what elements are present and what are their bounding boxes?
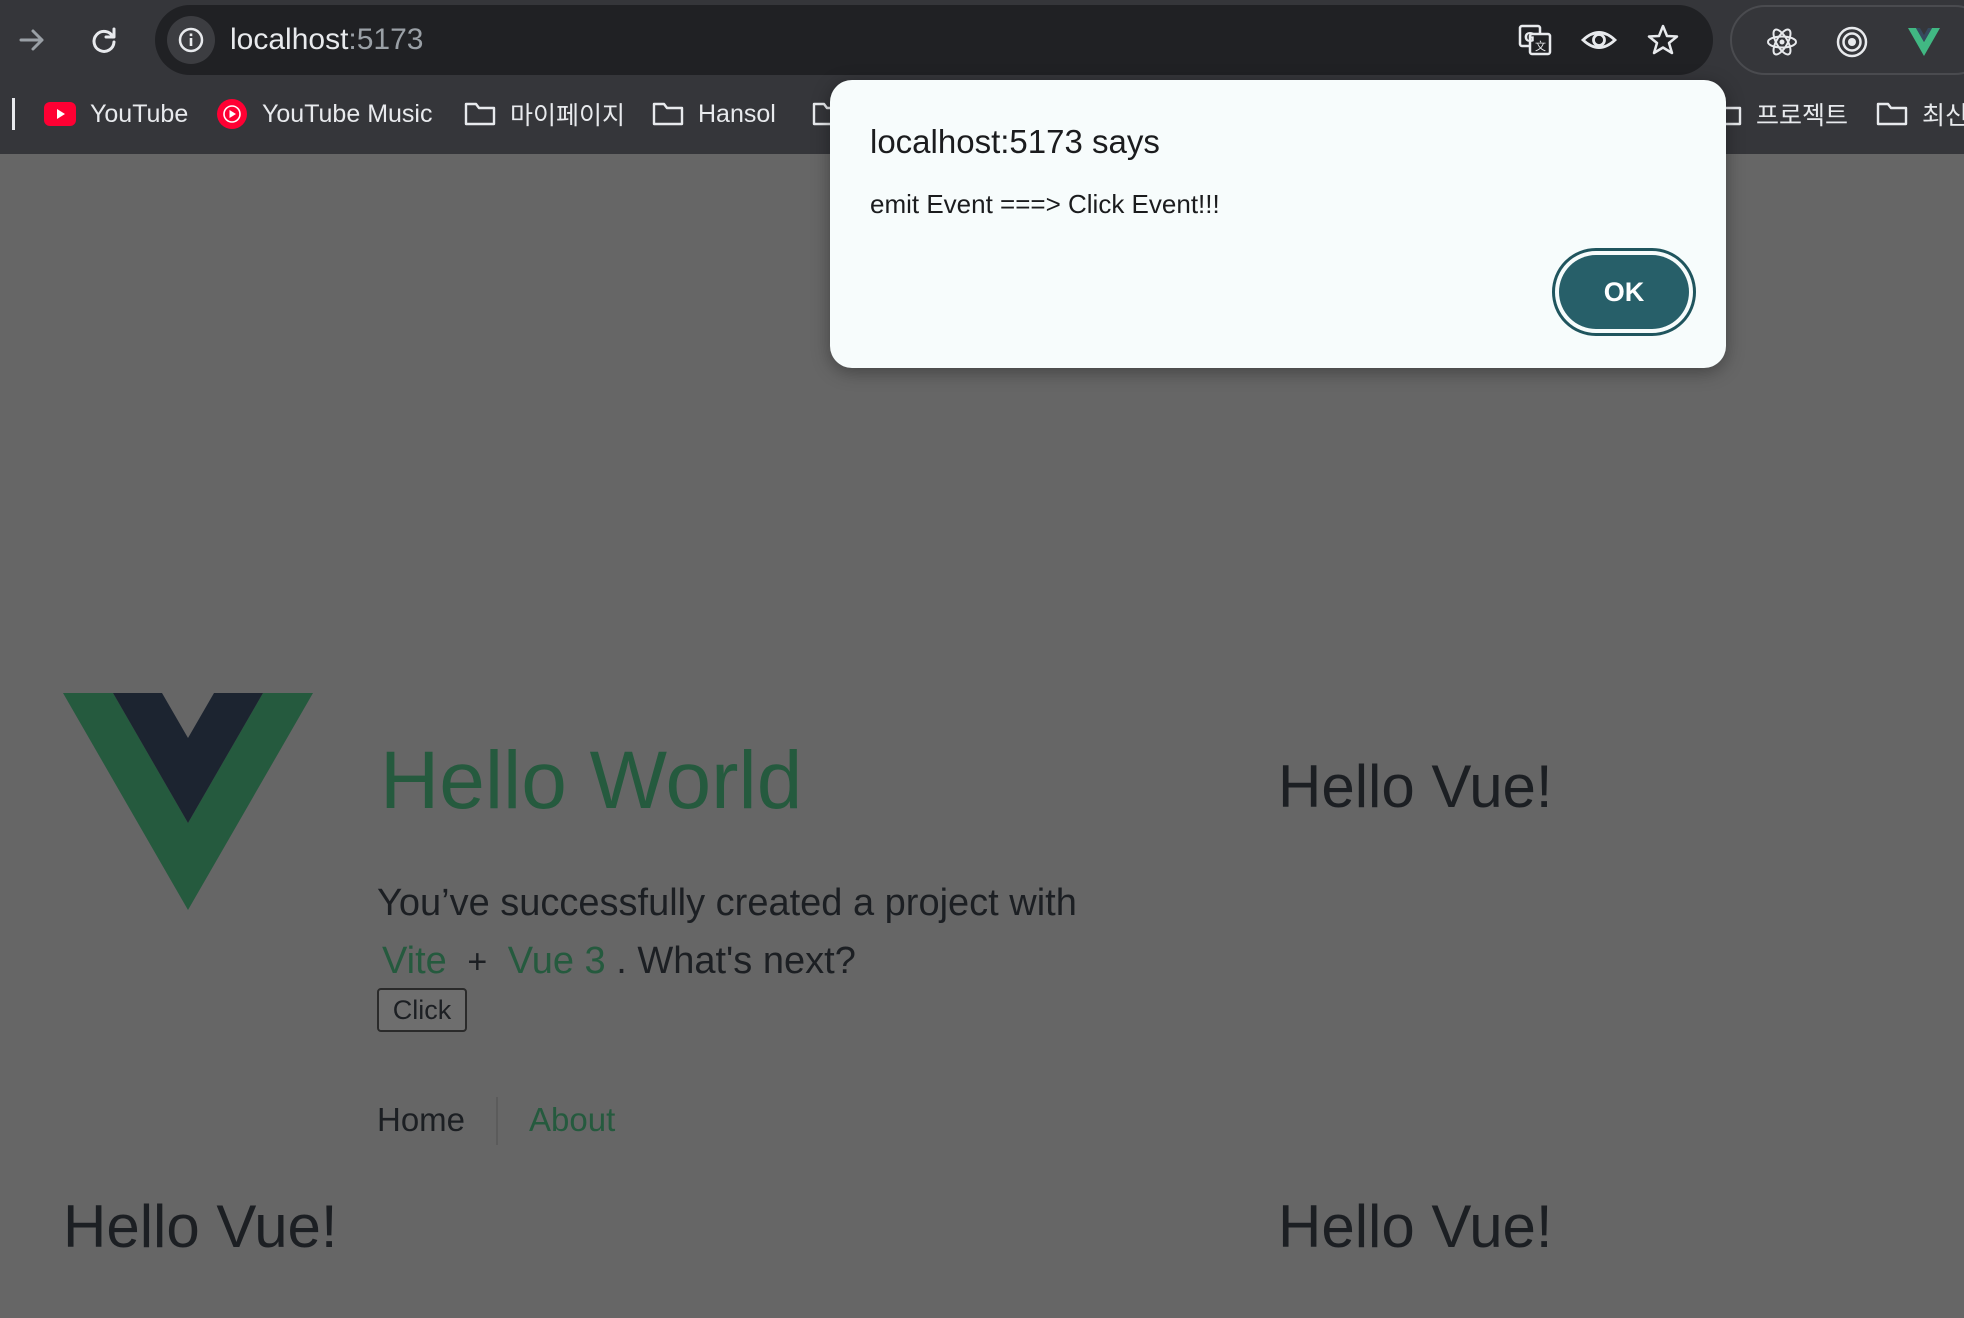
url-text[interactable]: localhost:5173: [230, 23, 423, 57]
bookmark-label: Hansol: [698, 99, 776, 128]
nav-about-link[interactable]: About: [529, 1100, 615, 1140]
greeting-text: You’ve successfully created a project wi…: [377, 882, 1077, 924]
alert-dialog: localhost:5173 says emit Event ===> Clic…: [830, 80, 1726, 368]
site-info-button[interactable]: [167, 16, 215, 64]
nav-home-link[interactable]: Home: [377, 1100, 465, 1140]
reload-button[interactable]: [80, 16, 128, 64]
svg-text:G: G: [1524, 31, 1535, 46]
dialog-title: localhost:5173 says: [870, 123, 1160, 160]
svg-text:文: 文: [1535, 39, 1546, 53]
eye-button[interactable]: [1579, 20, 1619, 60]
address-bar[interactable]: localhost:5173 G 文: [155, 5, 1713, 75]
vue-logo: [63, 693, 313, 910]
bookmark-label: 최신: [1922, 102, 1964, 130]
youtube-icon: [44, 98, 76, 130]
whats-next-text: . What's next?: [616, 940, 856, 982]
reload-icon: [92, 27, 116, 53]
eye-icon: [1580, 31, 1618, 49]
browser-toolbar: localhost:5173 G 文: [0, 0, 1964, 80]
greeting-line-1: You’ve successfully created a project wi…: [377, 880, 1077, 926]
ok-button-label: OK: [1559, 255, 1689, 329]
bookmark-folder-project[interactable]: 프로젝트: [1710, 96, 1848, 132]
forward-arrow-icon: [19, 29, 44, 51]
vue-devtools-icon: [1908, 28, 1940, 56]
click-button[interactable]: Click: [377, 988, 467, 1032]
bookmark-folder-latest[interactable]: 최신: [1876, 96, 1964, 132]
folder-icon: [1876, 98, 1908, 130]
url-port: :5173: [348, 23, 424, 56]
translate-icon: G 文: [1518, 24, 1552, 56]
vue-link[interactable]: Vue 3: [508, 940, 606, 982]
folder-icon: [652, 98, 684, 130]
bookmark-folder-mypage[interactable]: 마이페이지: [464, 96, 625, 132]
folder-icon: [464, 98, 496, 130]
bookmark-youtube[interactable]: YouTube: [44, 96, 188, 132]
nav-divider: [496, 1097, 498, 1145]
bookmark-youtube-music[interactable]: YouTube Music: [216, 96, 432, 132]
bookmark-folder-hansol[interactable]: Hansol: [652, 96, 776, 132]
bookmark-label: 프로젝트: [1756, 102, 1849, 130]
dialog-message: emit Event ===> Click Event!!!: [870, 189, 1220, 219]
star-icon: [1647, 24, 1679, 55]
hello-vue-heading: Hello Vue!: [1278, 753, 1553, 820]
target-extension-button[interactable]: [1832, 22, 1872, 62]
youtube-music-icon: [216, 98, 248, 130]
bookmark-label: YouTube: [90, 99, 189, 128]
hello-vue-heading: Hello Vue!: [1278, 1193, 1553, 1260]
vue-devtools-button[interactable]: [1904, 22, 1944, 62]
react-devtools-icon: [1767, 28, 1797, 56]
react-devtools-button[interactable]: [1762, 22, 1802, 62]
forward-button[interactable]: [8, 16, 56, 64]
url-host: localhost: [230, 23, 349, 56]
info-icon: [178, 27, 204, 53]
bookmarks-divider: [12, 98, 15, 130]
hello-vue-heading: Hello Vue!: [63, 1193, 338, 1260]
translate-button[interactable]: G 文: [1515, 20, 1555, 60]
bookmark-label: YouTube Music: [262, 99, 433, 128]
greeting-line-2: Vite + Vue 3 . What's next?: [377, 938, 856, 985]
plus-text: +: [467, 943, 488, 981]
bookmark-label: 마이페이지: [510, 102, 626, 130]
ok-button[interactable]: OK: [1552, 248, 1696, 336]
target-icon: [1836, 26, 1868, 58]
extensions-area: [1730, 5, 1964, 75]
vite-link[interactable]: Vite: [382, 940, 447, 982]
page-heading: Hello World: [380, 735, 803, 826]
bookmark-star-button[interactable]: [1643, 20, 1683, 60]
